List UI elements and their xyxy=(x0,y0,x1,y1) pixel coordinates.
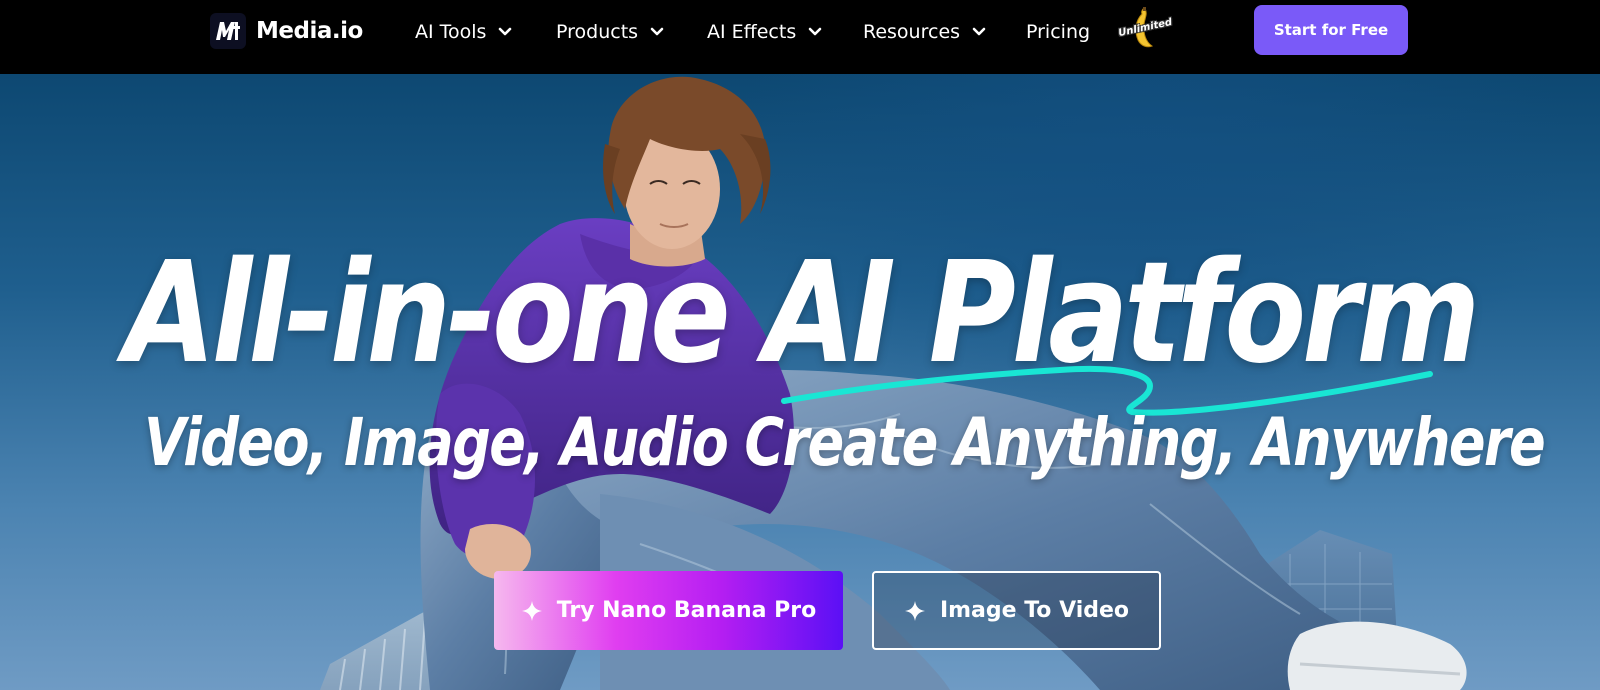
brand-logo[interactable]: Media.io xyxy=(210,12,363,50)
image-to-video-label: Image To Video xyxy=(939,598,1130,623)
sparkle-icon xyxy=(904,600,925,621)
try-nano-banana-pro-label: Try Nano Banana Pro xyxy=(556,598,817,623)
nav-pricing-label: Pricing xyxy=(1026,21,1091,43)
unlimited-badge[interactable]: Unlimited xyxy=(1117,6,1173,50)
nav-ai-effects-label: AI Effects xyxy=(707,21,797,43)
top-navigation-bar: Media.io AI Tools Products AI Effects Re… xyxy=(0,0,1600,74)
start-for-free-button[interactable]: Start for Free xyxy=(1254,5,1408,55)
hero-subheadline: Video, Image, Audio Create Anything, Any… xyxy=(144,404,1546,481)
try-nano-banana-pro-button[interactable]: Try Nano Banana Pro xyxy=(494,571,843,650)
chevron-down-icon xyxy=(650,27,664,36)
chevron-down-icon xyxy=(808,27,822,36)
nav-resources-label: Resources xyxy=(863,21,961,43)
brand-name: Media.io xyxy=(256,18,363,44)
nav-ai-effects[interactable]: AI Effects xyxy=(707,19,822,45)
chevron-down-icon xyxy=(499,27,512,36)
image-to-video-button[interactable]: Image To Video xyxy=(872,571,1161,650)
nav-resources[interactable]: Resources xyxy=(863,19,986,45)
nav-products-label: Products xyxy=(556,21,639,43)
nav-ai-tools-label: AI Tools xyxy=(415,21,487,43)
nav-ai-tools[interactable]: AI Tools xyxy=(415,19,512,45)
sparkle-icon xyxy=(521,600,542,621)
hero-headline: All-in-one AI Platform xyxy=(123,232,1481,395)
media-io-logo-icon xyxy=(210,13,246,49)
chevron-down-icon xyxy=(972,27,986,36)
hero-section: All-in-one AI Platform Video, Image, Aud… xyxy=(0,74,1600,690)
nav-pricing[interactable]: Pricing xyxy=(1026,19,1090,45)
nav-products[interactable]: Products xyxy=(556,19,664,45)
